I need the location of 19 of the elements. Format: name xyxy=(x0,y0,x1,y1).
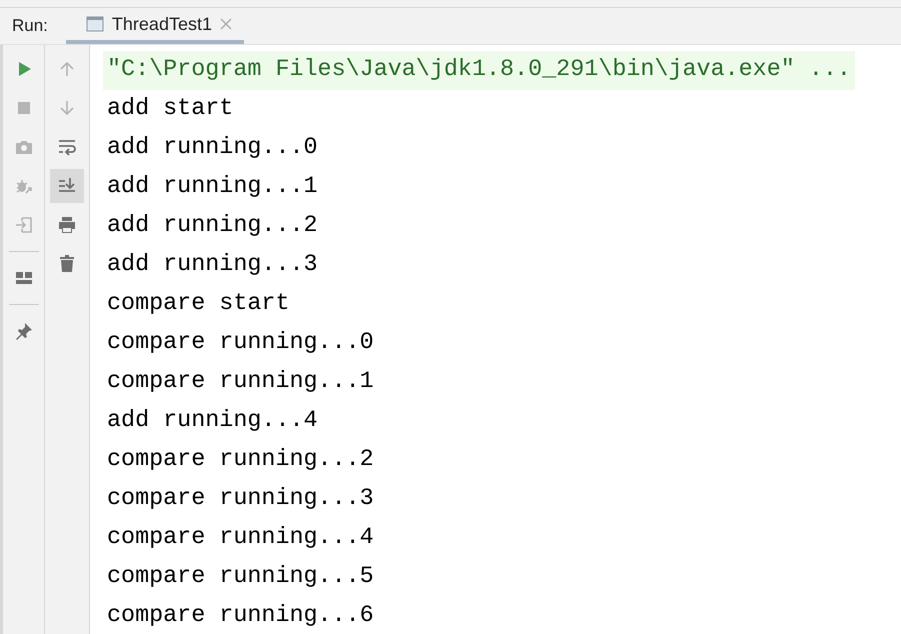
output-line: add running...3 xyxy=(107,251,319,280)
output-line: compare running...6 xyxy=(107,602,375,631)
close-icon[interactable] xyxy=(220,18,232,30)
console-window-icon xyxy=(86,15,104,33)
output-line: add start xyxy=(107,95,234,124)
output-line: compare running...5 xyxy=(107,563,375,592)
output-line: compare running...0 xyxy=(107,329,375,358)
panel-label: Run: xyxy=(12,16,48,36)
scroll-to-end-icon[interactable] xyxy=(50,169,84,203)
output-line: add running...1 xyxy=(107,173,319,202)
output-line: add running...2 xyxy=(107,212,319,241)
output-line: compare running...1 xyxy=(107,368,375,397)
output-line: add running...0 xyxy=(107,134,319,163)
output-line: compare running...2 xyxy=(107,446,375,475)
run-tab[interactable]: ThreadTest1 xyxy=(66,8,244,44)
output-line: compare running...3 xyxy=(107,485,375,514)
output-line: compare running...4 xyxy=(107,524,375,553)
output-line: add running...4 xyxy=(107,407,319,436)
output-line: compare start xyxy=(107,290,290,319)
